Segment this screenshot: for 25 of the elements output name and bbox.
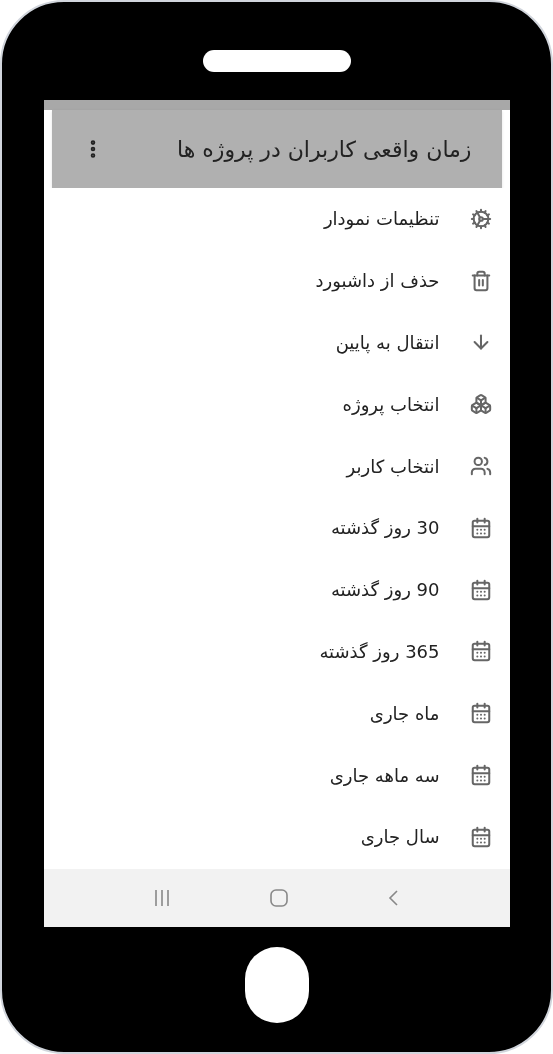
menu-item[interactable]: تنظیمات نمودار [43,188,510,250]
calendar-icon [469,825,492,848]
menu-item[interactable]: 90 روز گذشته [43,558,510,621]
calendar-icon [469,764,492,787]
menu-item[interactable]: انتقال به پایین [43,311,510,374]
menu-item[interactable]: سه ماهه جاری [43,744,510,806]
home-icon[interactable] [268,888,289,908]
menu-item[interactable]: 365 روز گذشته [43,620,510,683]
menu-item[interactable]: سال جاری [43,805,510,868]
menu-item[interactable]: 30 روز گذشته [43,497,510,559]
calendar-icon [469,702,492,725]
menu-item[interactable]: انتخاب کاربر [43,435,510,497]
gear-icon [469,207,492,230]
calendar-icon [469,516,492,539]
users-icon [469,455,492,478]
recent-apps-icon[interactable] [152,889,171,907]
menu-item[interactable]: حذف از داشبورد [43,249,510,312]
cubes-icon [469,393,492,416]
menu-item[interactable]: ماه جاری [43,682,510,745]
window-title: زمان واقعی کاربران در پروژه ها [176,135,472,165]
calendar-icon [469,578,492,601]
calendar-icon [469,640,492,663]
menu-item[interactable]: انتخاب پروژه [43,373,510,436]
trash-icon [469,269,492,292]
back-icon[interactable] [386,889,401,907]
